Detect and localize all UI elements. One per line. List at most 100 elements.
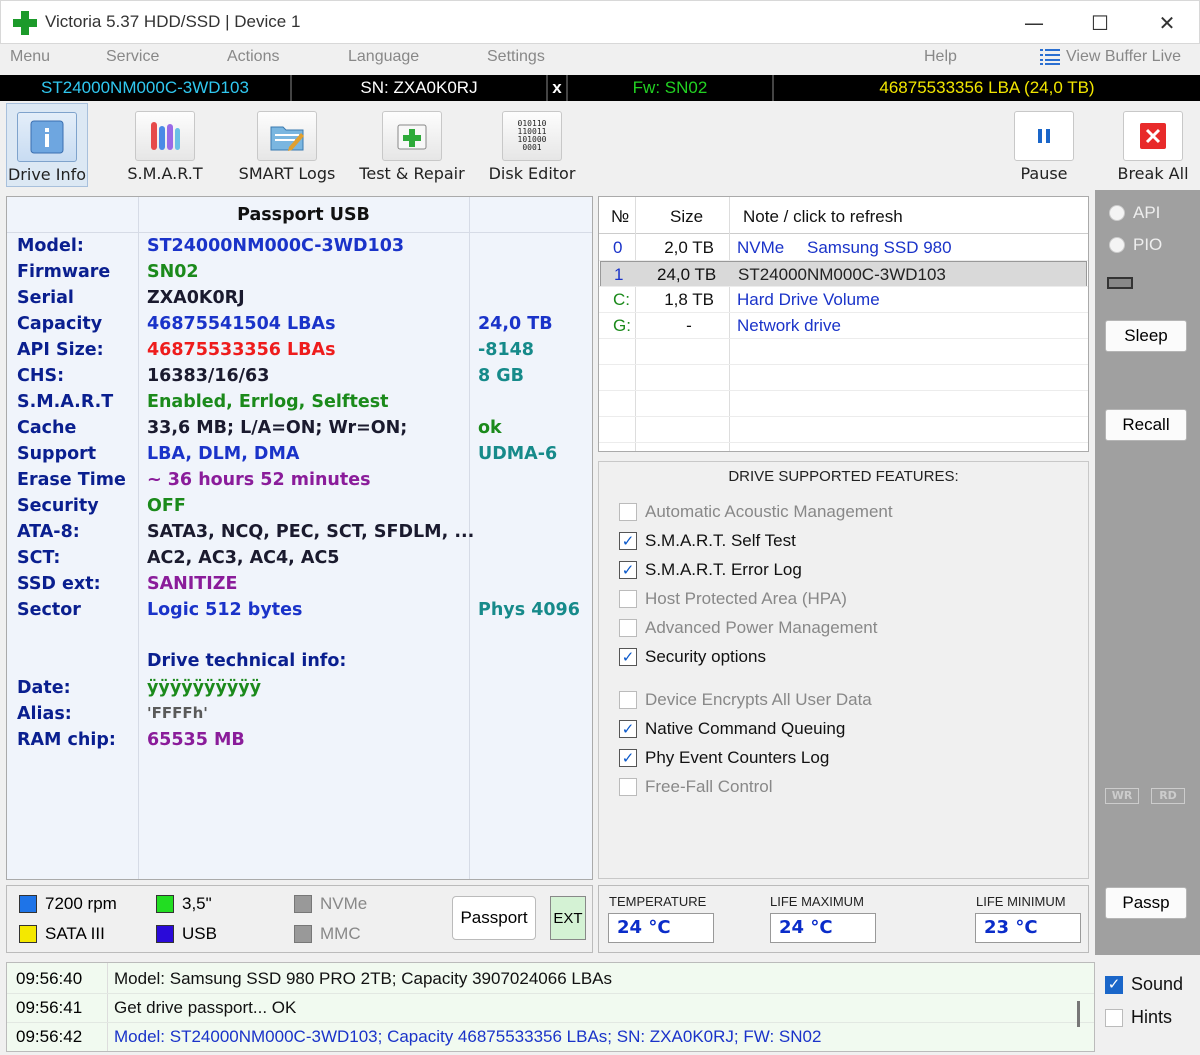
feature-checkbox[interactable]: ✓ Native Command Queuing bbox=[619, 718, 845, 740]
device-bar: ST24000NM000C-3WD103 SN: ZXA0K0RJ x Fw: … bbox=[0, 75, 1200, 101]
tech-row-value: 'FFFFh' bbox=[147, 704, 208, 722]
log-time: 09:56:41 bbox=[16, 998, 83, 1017]
hints-checkbox[interactable]: Hints bbox=[1105, 1007, 1172, 1028]
drive-legend: 7200 rpm SATA III 3,5" USB NVMe MMC Pass… bbox=[6, 885, 593, 953]
sleep-button[interactable]: Sleep bbox=[1105, 320, 1187, 352]
feature-label: S.M.A.R.T. Self Test bbox=[645, 531, 796, 550]
smart-button[interactable]: S.M.A.R.T bbox=[118, 103, 212, 187]
minimize-button[interactable]: — bbox=[1001, 1, 1067, 45]
feature-label: Security options bbox=[645, 647, 766, 666]
feature-checkbox[interactable]: Device Encrypts All User Data bbox=[619, 689, 872, 711]
radio-dot bbox=[1109, 237, 1125, 253]
feature-label: Automatic Acoustic Management bbox=[645, 502, 893, 521]
status-indicator bbox=[1107, 277, 1133, 289]
feature-label: Host Protected Area (HPA) bbox=[645, 589, 847, 608]
drive-row-size: 1,8 TB bbox=[664, 290, 714, 309]
passport-row-value: Enabled, Errlog, Selftest bbox=[147, 392, 389, 412]
drive-row[interactable]: 0 2,0 TB NVMe Samsung SSD 980 bbox=[600, 235, 1087, 261]
menu-bar: Menu Service Actions Language Settings H… bbox=[0, 44, 1200, 74]
legend-sata: SATA III bbox=[19, 924, 105, 944]
view-buffer-toggle[interactable]: View Buffer Live bbox=[1040, 48, 1181, 66]
passport-row: Security OFF bbox=[7, 493, 592, 519]
feature-checkbox[interactable]: ✓ S.M.A.R.T. Error Log bbox=[619, 559, 802, 581]
life-min-label: LIFE MINIMUM bbox=[976, 894, 1066, 909]
test-repair-label: Test & Repair bbox=[359, 164, 465, 183]
passport-button[interactable]: Passport bbox=[452, 896, 536, 940]
binary-line: 0001 bbox=[522, 143, 542, 152]
first-aid-icon bbox=[382, 111, 442, 161]
passport-row: CHS: 16383/16/63 8 GB bbox=[7, 363, 592, 389]
menu-item-help[interactable]: Help bbox=[924, 48, 957, 66]
pause-button[interactable]: Pause bbox=[1004, 103, 1084, 187]
menu-item-service[interactable]: Service bbox=[106, 48, 159, 66]
tech-row-key: Date: bbox=[17, 678, 71, 698]
log-scrollbar[interactable] bbox=[1077, 1001, 1080, 1027]
menu-item-language[interactable]: Language bbox=[348, 48, 419, 66]
break-all-button[interactable]: Break All bbox=[1110, 103, 1196, 187]
drive-row-note: ST24000NM000C-3WD103 bbox=[738, 265, 946, 284]
feature-checkbox[interactable]: ✓ Security options bbox=[619, 646, 766, 668]
life-max-value: 24 °C bbox=[770, 913, 876, 943]
passport-row-extra: 24,0 TB bbox=[478, 314, 553, 334]
life-max-label: LIFE MAXIMUM bbox=[770, 894, 864, 909]
passport-row-extra: ok bbox=[478, 418, 502, 438]
close-button[interactable]: ✕ bbox=[1134, 1, 1200, 45]
stop-icon bbox=[1123, 111, 1183, 161]
tech-row: RAM chip: 65535 MB bbox=[7, 727, 592, 753]
smart-logs-button[interactable]: SMART Logs bbox=[234, 103, 340, 187]
menu-item-menu[interactable]: Menu bbox=[10, 48, 50, 66]
passport-row-value: ~ 36 hours 52 minutes bbox=[147, 470, 371, 490]
log-row: 09:56:42 Model: ST24000NM000C-3WD103; Cap… bbox=[7, 1023, 1077, 1051]
api-radio[interactable]: API bbox=[1109, 203, 1160, 223]
feature-checkbox[interactable]: Free-Fall Control bbox=[619, 776, 773, 798]
life-min-value: 23 °C bbox=[975, 913, 1081, 943]
disk-editor-label: Disk Editor bbox=[488, 164, 576, 183]
drive-row[interactable]: G: - Network drive bbox=[600, 313, 1087, 339]
feature-checkbox[interactable]: ✓ S.M.A.R.T. Self Test bbox=[619, 530, 796, 552]
drive-list-header-note[interactable]: Note / click to refresh bbox=[743, 207, 903, 227]
device-close-button[interactable]: x bbox=[548, 75, 568, 101]
passport-row-value: SANITIZE bbox=[147, 574, 238, 594]
drive-list-header-size[interactable]: Size bbox=[670, 207, 703, 227]
feature-checkbox[interactable]: ✓ Phy Event Counters Log bbox=[619, 747, 829, 769]
maximize-button[interactable]: ☐ bbox=[1067, 1, 1133, 45]
passport-row: Serial ZXA0K0RJ bbox=[7, 285, 592, 311]
tech-row: Alias: 'FFFFh' bbox=[7, 701, 592, 727]
passport-row-extra: UDMA-6 bbox=[478, 444, 558, 464]
folder-pencil-icon bbox=[257, 111, 317, 161]
binary-icon: 010110 110011 101000 0001 bbox=[502, 111, 562, 161]
sound-label: Sound bbox=[1131, 974, 1184, 994]
passport-row: Firmware SN02 bbox=[7, 259, 592, 285]
drive-row-size: 2,0 TB bbox=[664, 238, 714, 257]
recall-button[interactable]: Recall bbox=[1105, 409, 1187, 441]
device-firmware: Fw: SN02 bbox=[568, 75, 774, 101]
tech-row-value: ÿÿÿÿÿÿÿÿÿÿ bbox=[147, 678, 262, 698]
ext-button[interactable]: EXT bbox=[550, 896, 586, 940]
menu-item-actions[interactable]: Actions bbox=[227, 48, 279, 66]
feature-checkbox[interactable]: Automatic Acoustic Management bbox=[619, 501, 893, 523]
pio-radio[interactable]: PIO bbox=[1109, 235, 1162, 255]
menu-item-settings[interactable]: Settings bbox=[487, 48, 545, 66]
passport-row-extra: -8148 bbox=[478, 340, 534, 360]
api-label: API bbox=[1133, 203, 1161, 222]
temperature-label: TEMPERATURE bbox=[609, 894, 707, 909]
log-time: 09:56:40 bbox=[16, 969, 83, 988]
passport-row-key: Support bbox=[17, 444, 97, 464]
passport-row-key: Serial bbox=[17, 288, 74, 308]
device-lba: 46875533356 LBA (24,0 TB) bbox=[879, 78, 1095, 97]
disk-editor-button[interactable]: 010110 110011 101000 0001 Disk Editor bbox=[484, 103, 580, 187]
drive-row[interactable]: C: 1,8 TB Hard Drive Volume bbox=[600, 287, 1087, 313]
device-model[interactable]: ST24000NM000C-3WD103 bbox=[0, 75, 292, 101]
feature-checkbox[interactable]: Advanced Power Management bbox=[619, 617, 877, 639]
drive-row[interactable]: 1 24,0 TB ST24000NM000C-3WD103 bbox=[600, 261, 1087, 287]
drive-row-num: C: bbox=[613, 290, 630, 309]
passport-row: S.M.A.R.T Enabled, Errlog, Selftest bbox=[7, 389, 592, 415]
test-repair-button[interactable]: Test & Repair bbox=[356, 103, 468, 187]
drive-list-header-num[interactable]: № bbox=[611, 207, 629, 227]
drive-info-button[interactable]: Drive Info bbox=[6, 103, 88, 187]
passp-button[interactable]: Passp bbox=[1105, 887, 1187, 919]
passport-row-key: S.M.A.R.T bbox=[17, 392, 114, 412]
green-square-icon bbox=[156, 895, 174, 913]
sound-checkbox[interactable]: ✓ Sound bbox=[1105, 974, 1183, 995]
feature-checkbox[interactable]: Host Protected Area (HPA) bbox=[619, 588, 847, 610]
